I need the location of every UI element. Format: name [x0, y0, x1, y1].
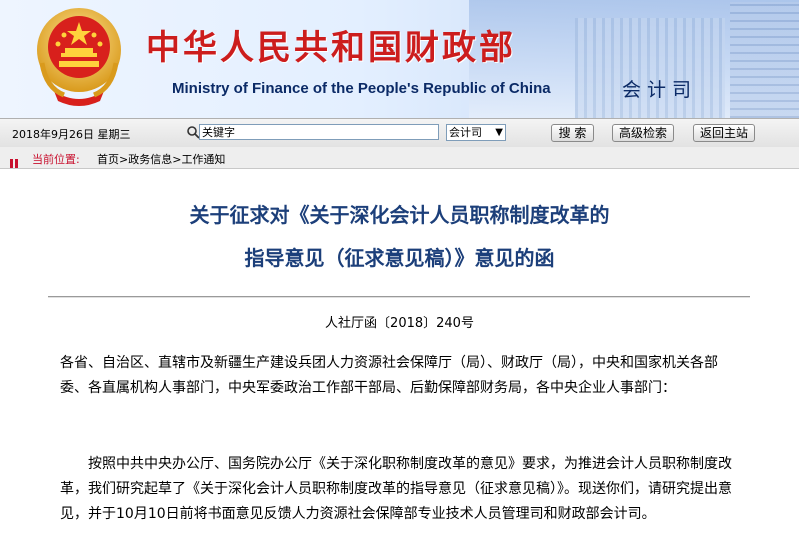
current-date: 2018年9月26日 星期三 [12, 128, 131, 141]
return-home-button[interactable]: 返回主站 [693, 124, 755, 142]
article-paragraph-recipients: 各省、自治区、直辖市及新疆生产建设兵团人力资源社会保障厅（局）、财政厅（局），中… [60, 355, 718, 396]
article-title-line-2: 指导意见（征求意见稿）》意见的函 [244, 246, 555, 270]
department-name: 会计司 [622, 79, 698, 101]
breadcrumb-link-home[interactable]: 首页 [97, 153, 119, 166]
breadcrumb-separator: > [119, 153, 129, 166]
breadcrumb-path: 首页>政务信息>工作通知 [97, 151, 225, 167]
site-header: 中华人民共和国财政部 Ministry of Finance of the Pe… [0, 0, 799, 118]
search-scope-value: 会计司 [449, 126, 482, 139]
breadcrumb-marker-icon [10, 153, 20, 172]
search-button[interactable]: 搜 索 [551, 124, 594, 142]
article-paragraph-body: 按照中共中央办公厅、国务院办公厅《关于深化职称制度改革的意见》要求，为推进会计人… [60, 456, 732, 522]
breadcrumb-link-notices[interactable]: 工作通知 [181, 153, 225, 166]
title-divider [48, 296, 750, 298]
search-icon [187, 126, 200, 139]
header-building-image [575, 18, 725, 118]
site-subtitle: Ministry of Finance of the People's Repu… [172, 80, 551, 97]
header-building-image-2 [730, 2, 799, 118]
article-title-line-1: 关于征求对《关于深化会计人员职称制度改革的 [189, 203, 610, 227]
breadcrumb-label: 当前位置: [32, 153, 80, 166]
chevron-down-icon: ▼ [495, 127, 503, 138]
search-toolbar: 2018年9月26日 星期三 会计司 ▼ 搜 索 高级检索 返回主站 [0, 118, 799, 148]
document-number: 人社厅函〔2018〕240号 [325, 316, 474, 331]
search-input[interactable] [199, 124, 439, 140]
site-title: 中华人民共和国财政部 [146, 28, 516, 68]
search-scope-select[interactable]: 会计司 ▼ [446, 124, 506, 141]
breadcrumb: 当前位置: 首页>政务信息>工作通知 [0, 147, 799, 169]
advanced-search-button[interactable]: 高级检索 [612, 124, 674, 142]
national-emblem-icon [37, 8, 121, 106]
breadcrumb-link-gov-info[interactable]: 政务信息 [128, 153, 172, 166]
